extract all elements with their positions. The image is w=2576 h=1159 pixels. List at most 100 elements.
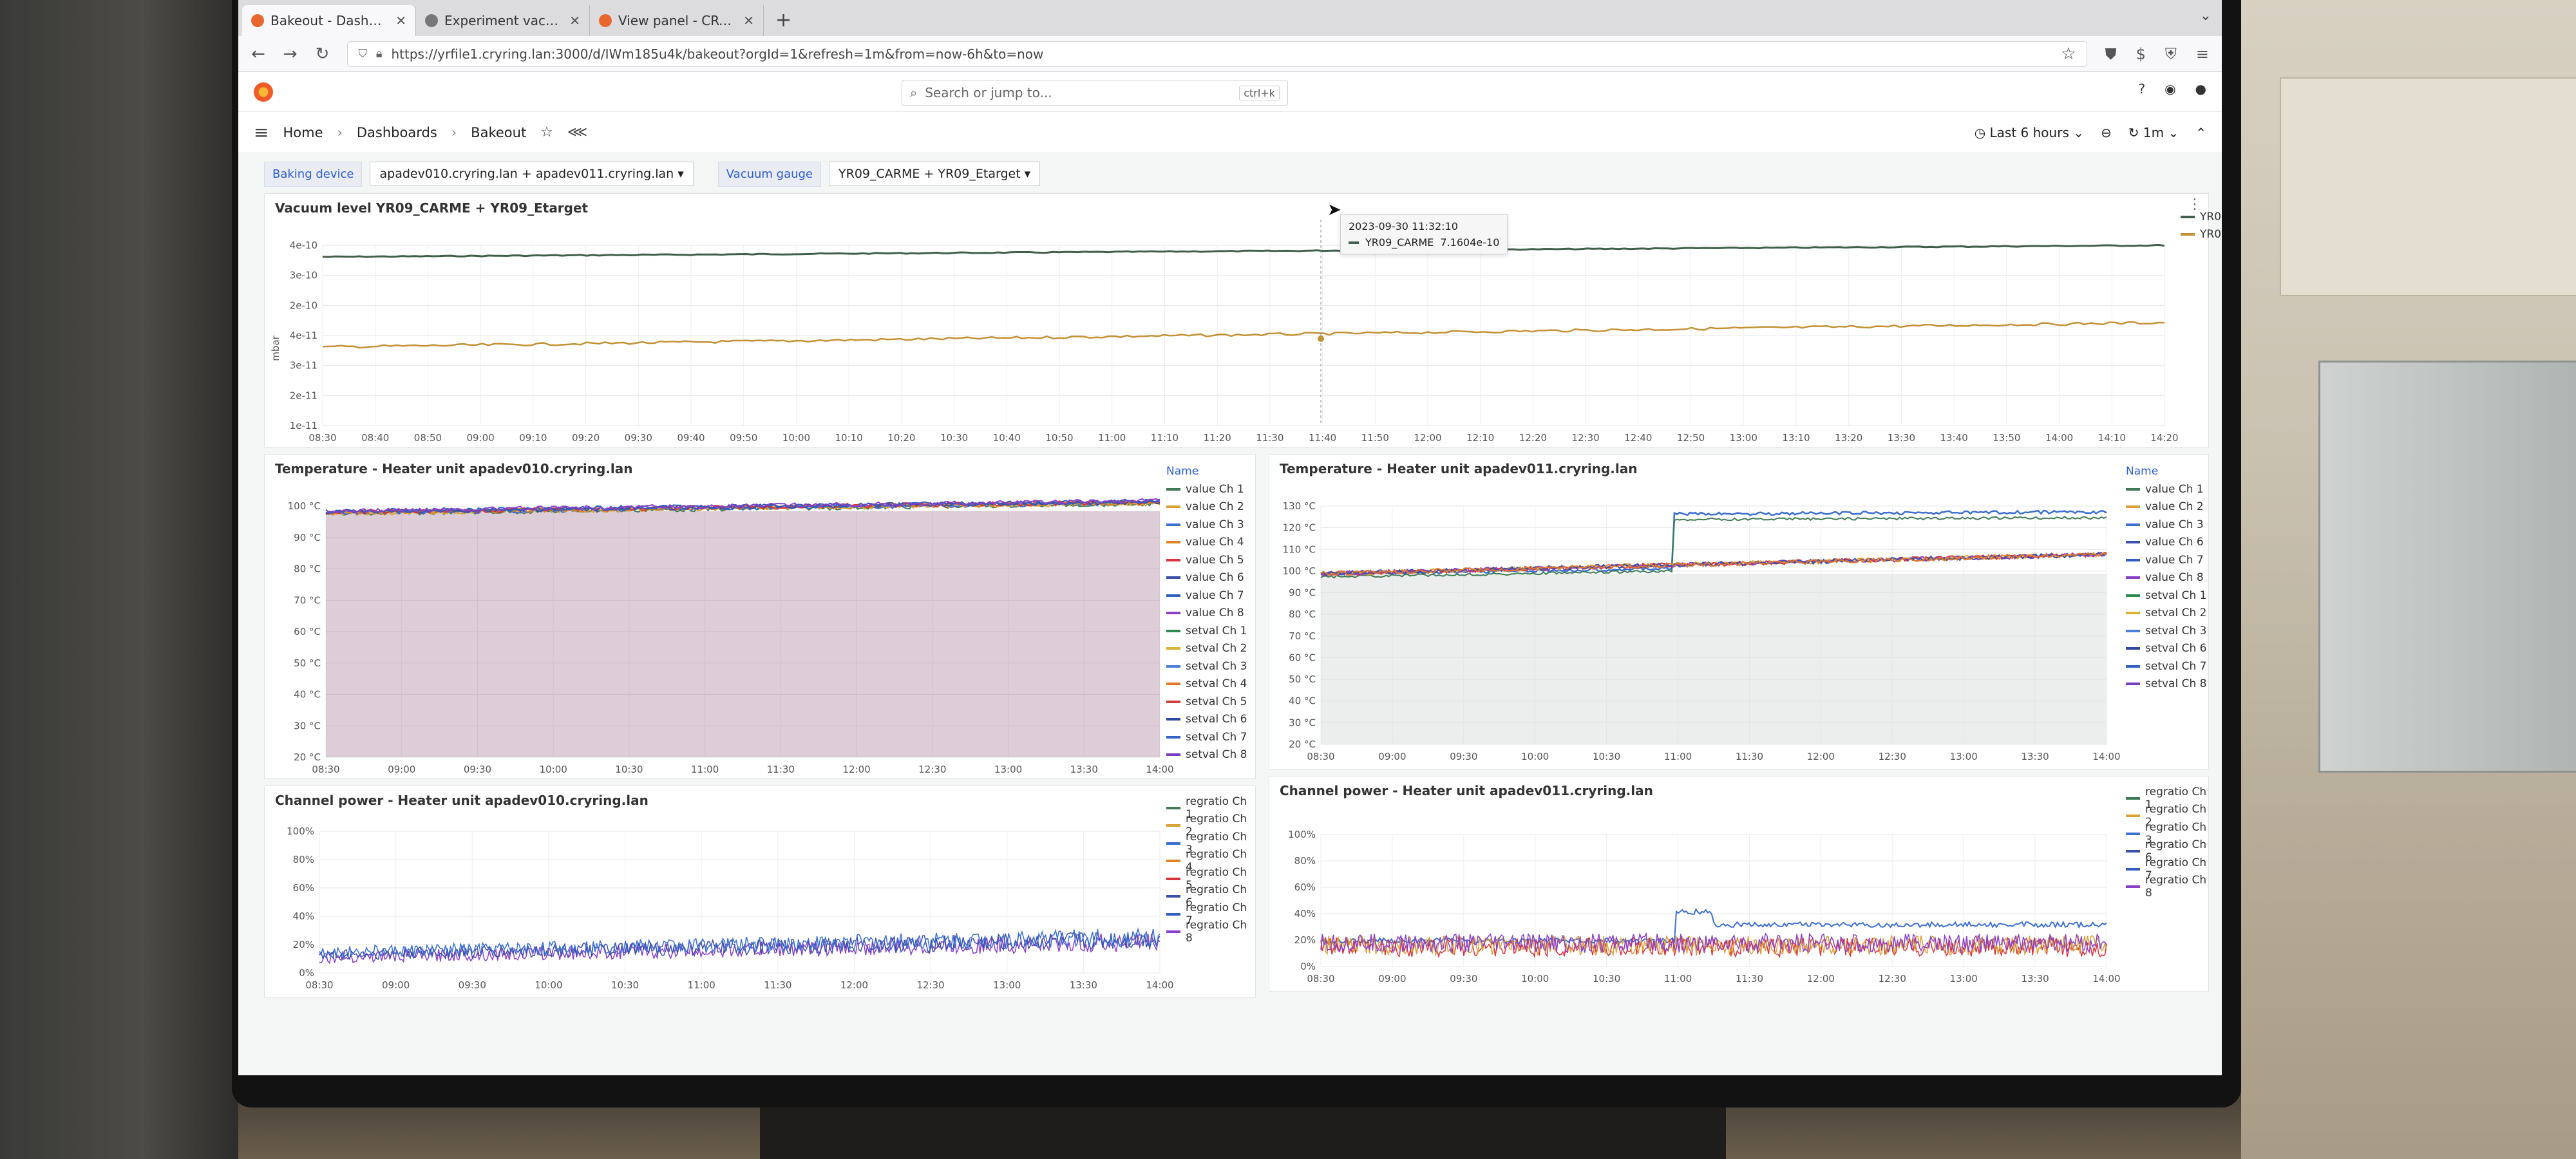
legend-item[interactable]: value Ch 2 bbox=[1166, 498, 1247, 516]
variable-select-baking-device[interactable]: apadev010.cryring.lan + apadev011.cryrin… bbox=[370, 162, 694, 186]
help-icon[interactable]: ? bbox=[2138, 81, 2145, 97]
power010-x-tick-label: 13:30 bbox=[1070, 979, 1097, 991]
vacuum-y-tick-label: 2e-10 bbox=[290, 299, 317, 311]
tab-title: Bakeout - Dashboards - Gr bbox=[270, 13, 389, 28]
legend-item[interactable]: value Ch 3 bbox=[1166, 516, 1247, 534]
address-bar[interactable]: ⛉ 🔒︎ https://yrfile1.cryring.lan:3000/d/… bbox=[347, 41, 2087, 67]
power-010-chart: 100% 80% 60% 40% 20% 0%08:30 09:00 09:30 10:00 10… bbox=[287, 825, 1174, 991]
breadcrumb-dashboards[interactable]: Dashboards bbox=[357, 125, 437, 140]
legend-item[interactable]: setval Ch 2 bbox=[2126, 605, 2206, 623]
legend-item[interactable]: setval Ch 7 bbox=[1166, 728, 1247, 746]
power010-x-tick-label: 10:00 bbox=[535, 979, 562, 991]
legend-item[interactable]: value Ch 1 bbox=[2126, 480, 2206, 498]
panel-temperature-apadev010[interactable]: Temperature - Heater unit apadev010.cryr… bbox=[264, 454, 1256, 779]
temp011-x-tick-label: 10:30 bbox=[1593, 751, 1620, 762]
legend-swatch bbox=[2126, 558, 2140, 561]
legend-item[interactable]: value Ch 2 bbox=[2126, 498, 2206, 516]
browser-tab-bakeout[interactable]: Bakeout - Dashboards - Gr ✕ bbox=[242, 5, 416, 36]
forward-arrow-icon[interactable]: → bbox=[283, 44, 298, 64]
legend-item[interactable]: setval Ch 7 bbox=[2126, 657, 2206, 675]
legend-item[interactable]: value Ch 6 bbox=[2126, 534, 2206, 552]
legend-item[interactable]: value Ch 8 bbox=[2126, 569, 2206, 587]
legend-label: setval Ch 7 bbox=[2145, 659, 2207, 673]
close-tab-icon[interactable]: ✕ bbox=[395, 13, 406, 28]
legend-item[interactable]: value Ch 7 bbox=[1166, 587, 1247, 605]
legend-label: setval Ch 6 bbox=[1186, 713, 1247, 726]
back-arrow-icon[interactable]: ← bbox=[251, 44, 265, 64]
hamburger-menu-icon[interactable]: ≡ bbox=[2196, 45, 2209, 63]
legend-item[interactable]: value Ch 8 bbox=[1166, 605, 1247, 623]
vacuum-y-unit-label: mbar bbox=[270, 335, 281, 361]
legend-item[interactable]: regratio Ch 8 bbox=[2126, 874, 2208, 900]
panel-channel-power-apadev010[interactable]: Channel power - Heater unit apadev010.cr… bbox=[264, 786, 1256, 998]
collapse-chevron-icon[interactable]: ⌃ bbox=[2195, 125, 2206, 140]
legend-item[interactable]: setval Ch 1 bbox=[2126, 587, 2206, 605]
legend-item[interactable]: setval Ch 1 bbox=[1166, 622, 1247, 640]
legend-item[interactable]: setval Ch 6 bbox=[2126, 640, 2206, 658]
legend-item[interactable]: setval Ch 3 bbox=[2126, 622, 2206, 640]
legend-item[interactable]: value Ch 5 bbox=[1166, 551, 1247, 569]
legend-item[interactable]: value Ch 6 bbox=[1166, 569, 1247, 587]
legend-item[interactable]: YR09_CARME bbox=[2181, 208, 2222, 226]
legend-item[interactable]: setval Ch 5 bbox=[1166, 693, 1247, 711]
temp011-x-tick-label: 12:30 bbox=[1879, 751, 1906, 762]
refresh-button[interactable]: ↻ 1m ⌄ bbox=[2128, 125, 2179, 140]
panel-temperature-apadev011[interactable]: Temperature - Heater unit apadev011.cryr… bbox=[1269, 454, 2209, 769]
dollar-extension-icon[interactable]: $ bbox=[2136, 45, 2146, 63]
panel-vacuum-level[interactable]: Vacuum level YR09_CARME + YR09_Etarget ⋮… bbox=[264, 193, 2222, 448]
news-rss-icon[interactable]: ◉ bbox=[2164, 81, 2175, 97]
legend-item[interactable]: YR09_Etarget bbox=[2181, 226, 2222, 244]
legend-label: setval Ch 3 bbox=[2145, 624, 2207, 637]
legend-item[interactable]: value Ch 1 bbox=[1166, 480, 1247, 498]
legend-swatch bbox=[2126, 594, 2140, 597]
ublock-shield-icon[interactable]: ⛨ bbox=[2165, 45, 2177, 63]
legend-item[interactable]: regratio Ch 8 bbox=[1166, 919, 1255, 945]
legend-item[interactable]: setval Ch 8 bbox=[2126, 675, 2206, 693]
legend-item[interactable]: setval Ch 3 bbox=[1166, 657, 1247, 675]
pocket-icon[interactable]: ⛊ bbox=[2105, 45, 2117, 63]
tab-title: View panel - CRYRING@ESR bbox=[618, 13, 737, 28]
legend-label: setval Ch 5 bbox=[1186, 695, 1247, 708]
legend-label: value Ch 6 bbox=[1186, 571, 1244, 585]
temp010-y-tick-label: 50 °C bbox=[294, 657, 321, 669]
close-tab-icon[interactable]: ✕ bbox=[743, 13, 754, 28]
legend-item[interactable]: value Ch 4 bbox=[1166, 534, 1247, 552]
browser-tab-experiment-vacuum[interactable]: Experiment vacuum ✕ bbox=[416, 5, 590, 36]
chevron-down-icon[interactable]: ⌄ bbox=[2200, 8, 2211, 24]
legend-label: setval Ch 8 bbox=[2145, 677, 2207, 691]
temp011-x-tick-label: 10:00 bbox=[1521, 751, 1549, 762]
legend-item[interactable]: value Ch 7 bbox=[2126, 551, 2206, 569]
close-tab-icon[interactable]: ✕ bbox=[569, 13, 580, 28]
temp010-x-tick-label: 12:00 bbox=[842, 764, 870, 775]
legend-swatch bbox=[1166, 753, 1180, 757]
power010-y-tick-label: 100% bbox=[287, 825, 314, 837]
grafana-logo-icon[interactable] bbox=[254, 82, 273, 102]
panel-channel-power-apadev011[interactable]: Channel power - Heater unit apadev011.cr… bbox=[1269, 776, 2209, 992]
vacuum-x-tick-label: 11:40 bbox=[1309, 432, 1336, 444]
browser-tab-view-panel[interactable]: View panel - CRYRING@ESR ✕ bbox=[590, 5, 764, 36]
legend-label: value Ch 3 bbox=[1186, 518, 1244, 531]
breadcrumb-bakeout[interactable]: Bakeout bbox=[471, 125, 526, 140]
user-avatar-icon[interactable]: ● bbox=[2195, 81, 2206, 97]
variable-select-vacuum-gauge[interactable]: YR09_CARME + YR09_Etarget ▾ bbox=[829, 162, 1041, 186]
grafana-top-actions: ? ◉ ● bbox=[2138, 81, 2206, 97]
time-picker[interactable]: ◷ Last 6 hours ⌄ bbox=[1975, 125, 2084, 140]
legend-swatch bbox=[1166, 487, 1180, 491]
zoom-out-icon[interactable]: ⊖ bbox=[2101, 125, 2112, 140]
legend-item[interactable]: setval Ch 8 bbox=[1166, 746, 1247, 764]
bookmark-star-icon[interactable]: ☆ bbox=[2061, 44, 2076, 64]
mega-menu-icon[interactable]: ≡ bbox=[254, 122, 269, 143]
breadcrumb-home[interactable]: Home bbox=[283, 125, 323, 140]
new-tab-plus-icon[interactable]: + bbox=[764, 5, 803, 36]
legend-item[interactable]: setval Ch 4 bbox=[1166, 675, 1247, 693]
star-icon[interactable]: ☆ bbox=[540, 124, 553, 140]
reload-icon[interactable]: ↻ bbox=[316, 44, 330, 64]
legend-label: value Ch 1 bbox=[1186, 482, 1244, 496]
legend-item[interactable]: setval Ch 2 bbox=[1166, 640, 1247, 658]
legend-swatch bbox=[1166, 683, 1180, 686]
share-icon[interactable]: ⋘ bbox=[567, 124, 587, 140]
legend-item[interactable]: setval Ch 6 bbox=[1166, 711, 1247, 729]
temperature-010-legend: Name value Ch 1 value Ch 2 value Ch 3 value … bbox=[1166, 465, 1247, 764]
legend-item[interactable]: value Ch 3 bbox=[2126, 516, 2206, 534]
search-input[interactable]: ⌕ Search or jump to... ctrl+k bbox=[902, 80, 1288, 106]
